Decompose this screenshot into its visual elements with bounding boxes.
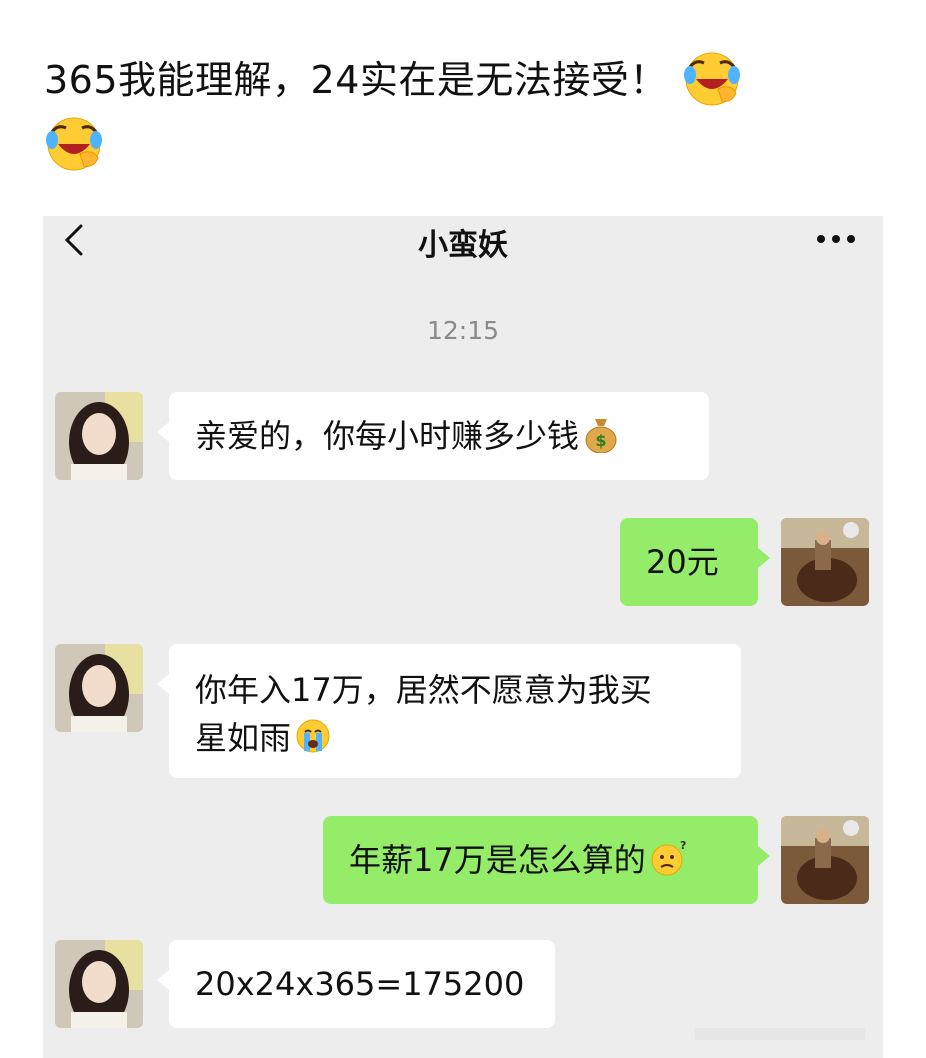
confused-face-icon: ? <box>651 839 686 876</box>
incoming-message[interactable]: 20x24x365=175200 <box>157 940 555 1028</box>
contact-avatar[interactable] <box>55 940 143 1028</box>
user-avatar[interactable] <box>781 816 869 904</box>
contact-name: 小蛮妖 <box>418 228 508 263</box>
watermark-mark <box>695 1028 865 1040</box>
message-text: 亲爱的，你每小时赚多少钱 <box>195 417 580 455</box>
chat-header: 小蛮妖 <box>43 216 883 268</box>
svg-text:$: $ <box>595 431 606 450</box>
post-caption: 365我能理解，24实在是无法接受！ <box>44 44 864 178</box>
laughing-crying-face-icon <box>683 52 740 105</box>
message-text: 20x24x365=175200 <box>195 965 525 1003</box>
caption-text: 365我能理解，24实在是无法接受！ <box>44 58 668 102</box>
message-text-line: 你年入17万，居然不愿意为我买 <box>195 671 652 709</box>
contact-avatar[interactable] <box>55 644 143 732</box>
message-text-line: 星如雨 <box>195 719 292 757</box>
money-bag-icon: $ <box>585 419 617 453</box>
message-timestamp: 12:15 <box>426 316 500 345</box>
message-text: 年薪17万是怎么算的 <box>349 841 646 879</box>
laughing-crying-face-icon <box>46 117 102 171</box>
outgoing-message[interactable]: 年薪17万是怎么算的 ? <box>323 816 770 904</box>
chat-screenshot: 小蛮妖 12:15 亲爱的，你每小时赚多少钱 $ 20元 你年入17万，居然不愿… <box>43 216 883 1058</box>
contact-avatar[interactable] <box>55 392 143 480</box>
crying-face-icon <box>296 719 330 753</box>
message-text: 20元 <box>646 543 719 581</box>
incoming-message[interactable]: 你年入17万，居然不愿意为我买 星如雨 <box>157 644 741 778</box>
outgoing-message[interactable]: 20元 <box>620 518 770 606</box>
user-avatar[interactable] <box>781 518 869 606</box>
more-dots-icon[interactable] <box>811 224 861 254</box>
svg-text:?: ? <box>680 839 686 852</box>
incoming-message[interactable]: 亲爱的，你每小时赚多少钱 $ <box>157 392 709 480</box>
